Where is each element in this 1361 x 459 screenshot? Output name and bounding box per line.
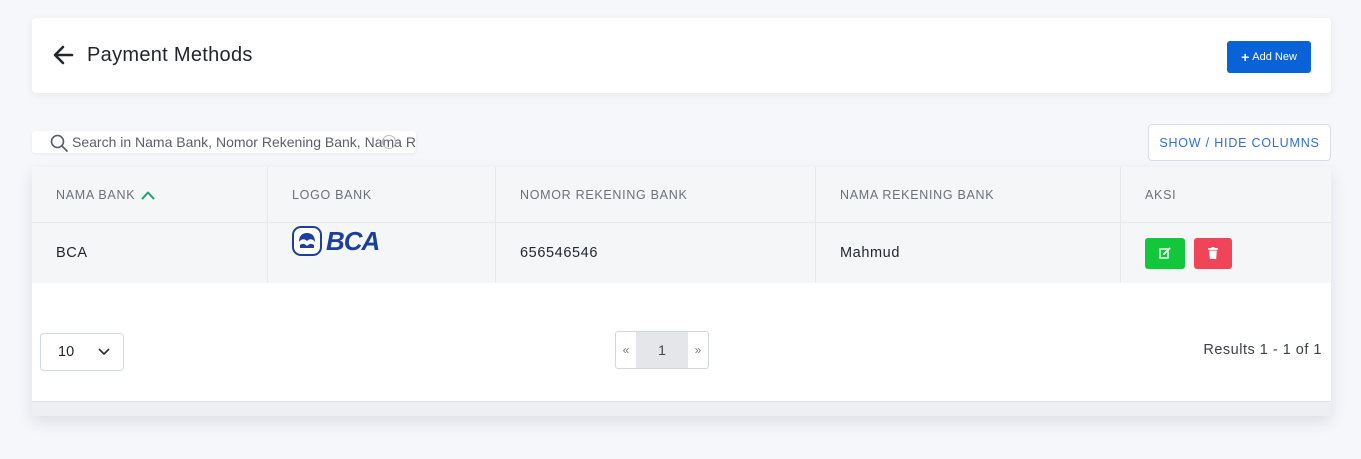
chevron-up-icon (141, 191, 155, 200)
edit-icon (1159, 247, 1171, 259)
clear-icon[interactable] (382, 135, 396, 149)
page-title: Payment Methods (87, 44, 253, 66)
column-header-nomor-rekening[interactable]: NOMOR REKENING BANK (496, 167, 816, 223)
next-page-button[interactable]: » (688, 332, 708, 368)
column-header-label: NAMA BANK (56, 188, 136, 202)
arrow-left-icon[interactable] (52, 44, 74, 66)
cell-aksi (1121, 223, 1331, 283)
add-new-button[interactable]: + Add New (1227, 41, 1311, 73)
bca-logo-text: BCA (326, 225, 380, 256)
delete-button[interactable] (1194, 237, 1232, 269)
data-table: NAMA BANK LOGO BANK NOMOR REKENING BANK … (32, 167, 1331, 416)
plus-icon: + (1241, 48, 1250, 65)
table-scrollbar[interactable] (32, 401, 1331, 416)
prev-page-button[interactable]: « (616, 332, 636, 368)
chevron-down-icon (98, 348, 110, 355)
page-button-current[interactable]: 1 (636, 332, 688, 368)
page-header: Payment Methods + Add New (32, 18, 1331, 93)
column-header-aksi: AKSI (1145, 188, 1177, 202)
bca-logo: BCA (292, 225, 380, 257)
table-header: NAMA BANK LOGO BANK NOMOR REKENING BANK … (32, 167, 1331, 223)
search-icon (50, 134, 68, 152)
search-box (32, 131, 416, 153)
column-header-logo-bank[interactable]: LOGO BANK (268, 167, 496, 223)
search-input[interactable] (72, 131, 416, 153)
cell-nomor-rekening: 656546546 (496, 223, 816, 283)
show-hide-columns-button[interactable]: SHOW / HIDE COLUMNS (1148, 124, 1331, 161)
per-page-value: 10 (58, 344, 75, 360)
trash-icon (1208, 247, 1218, 259)
cell-logo-bank: BCA (268, 223, 496, 283)
edit-button[interactable] (1145, 237, 1185, 269)
results-summary: Results 1 - 1 of 1 (1203, 342, 1322, 358)
table-row: BCA BCA 656546546 Mahmud (32, 223, 1331, 283)
column-header-nama-rekening[interactable]: NAMA REKENING BANK (816, 167, 1121, 223)
pagination: « 1 » (615, 331, 709, 369)
cell-nama-rekening: Mahmud (816, 223, 1121, 283)
per-page-select[interactable]: 10 (40, 333, 124, 371)
bca-mark-icon (292, 226, 322, 256)
cell-nama-bank: BCA (32, 223, 268, 283)
column-header-nama-bank[interactable]: NAMA BANK (32, 167, 268, 223)
add-new-label: Add New (1252, 51, 1297, 63)
